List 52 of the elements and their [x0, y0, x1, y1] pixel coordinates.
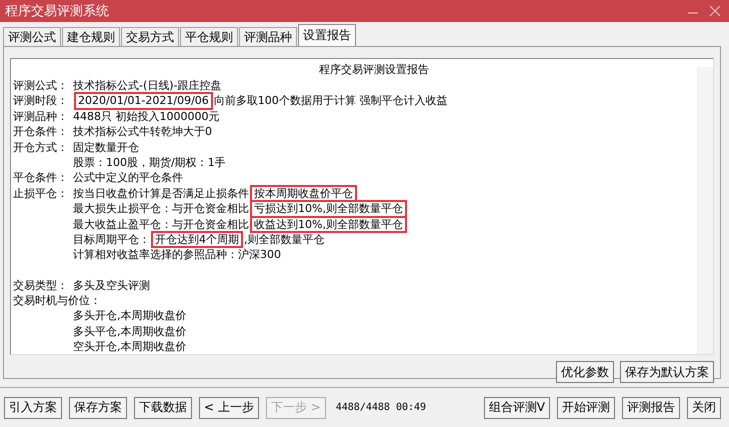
field-label: 评测品种：: [13, 108, 69, 124]
field-label: 交易类型：: [13, 278, 69, 294]
field-label: 交易时机与价位：: [13, 293, 101, 308]
field-value: ,则全部数量平仓: [244, 232, 324, 248]
field-value: 多头平仓,本周期收盘价: [73, 324, 186, 340]
close-icon[interactable]: [709, 5, 721, 17]
tab[interactable]: 评测品种: [239, 27, 297, 46]
field-value: 目标周期平仓：: [73, 232, 150, 248]
report-title: 程序交易评测设置报告: [318, 62, 430, 78]
field-label: 开仓方式：: [13, 140, 69, 155]
nav-button[interactable]: 引入方案: [4, 396, 62, 418]
nav-button[interactable]: < 上一步: [199, 396, 259, 418]
window-title: 程序交易评测系统: [5, 3, 109, 20]
field-value: 开仓达到4个周期: [152, 232, 242, 248]
panel-button[interactable]: 优化参数: [556, 361, 614, 383]
field-label: 平仓条件：: [13, 170, 69, 186]
field-value: 收益达到10%,则全部数量平仓: [251, 216, 406, 232]
field-value: 多头及空头评测: [73, 278, 150, 294]
field-value: 最大损失止损平仓：与开仓资金相比: [73, 201, 249, 217]
action-button[interactable]: 开始评测: [557, 396, 615, 418]
field-value: 技术指标公式-(日线)-跟庄控盘: [73, 78, 222, 94]
field-value: 2020/01/01-2021/09/06: [75, 93, 212, 109]
nav-button[interactable]: 下载数据: [134, 396, 192, 418]
panel-button[interactable]: 保存为默认方案: [620, 361, 714, 383]
scrollbar[interactable]: [697, 67, 713, 354]
tab[interactable]: 评测公式: [3, 27, 61, 46]
field-value: 技术指标公式牛转乾坤大于0: [73, 124, 212, 140]
action-button[interactable]: 关闭: [687, 396, 721, 418]
field-label: 评测公式：: [13, 78, 69, 94]
progress-status: 4488/4488 00:49: [336, 402, 426, 413]
field-value: 按当日收盘价计算是否满足止损条件: [73, 186, 249, 202]
tab[interactable]: 建仓规则: [62, 27, 120, 46]
field-label: 开仓条件：: [13, 124, 69, 140]
tab[interactable]: 交易方式: [121, 27, 179, 46]
tab[interactable]: 设置报告: [298, 24, 356, 46]
field-value: 4488只 初始投入1000000元: [73, 108, 220, 124]
field-value: 公式中定义的平仓条件: [73, 170, 183, 186]
field-value: 最大收益止盈平仓：与开仓资金相比: [73, 216, 249, 232]
field-label: 止损平仓：: [13, 186, 69, 202]
field-value: 空头开仓,本周期收盘价: [73, 339, 186, 354]
field-value: 股票：100股，期货/期权：1手: [73, 154, 226, 170]
field-value: 向前多取100个数据用于计算 强制平仓计入收益: [214, 93, 448, 109]
field-value: 固定数量开仓: [73, 140, 139, 155]
nav-button[interactable]: 保存方案: [69, 396, 127, 418]
field-label: 评测时段：: [13, 93, 69, 109]
action-button[interactable]: 评测报告: [622, 396, 680, 418]
field-value: 按本周期收盘价平仓: [251, 186, 356, 202]
field-value: 亏损达到10%,则全部数量平仓: [251, 201, 406, 217]
action-button[interactable]: 组合评测V: [484, 396, 550, 418]
tab[interactable]: 平仓规则: [180, 27, 238, 46]
field-value: 计算相对收益率选择的参照品种：沪深300: [73, 247, 281, 263]
field-value: 多头开仓,本周期收盘价: [73, 308, 186, 324]
